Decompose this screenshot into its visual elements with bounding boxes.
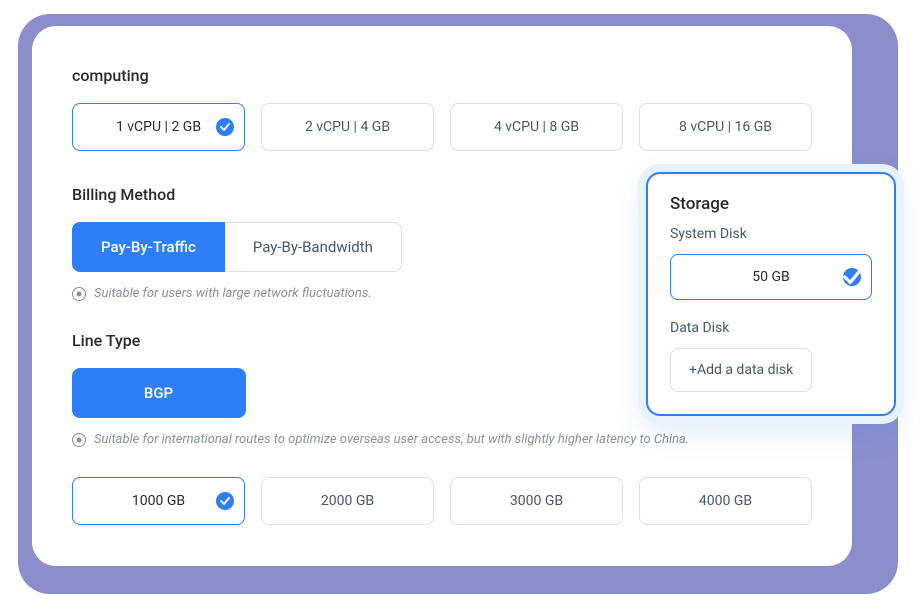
- compute-option-2[interactable]: 2 vCPU | 4 GB: [261, 103, 434, 151]
- check-icon: [216, 118, 234, 136]
- add-data-disk-button[interactable]: +Add a data disk: [670, 348, 812, 392]
- computing-title: computing: [72, 66, 812, 85]
- bandwidth-options: 1000 GB 2000 GB 3000 GB 4000 GB: [72, 477, 812, 525]
- line-bgp[interactable]: BGP: [72, 368, 246, 418]
- line-hint-text: Suitable for international routes to opt…: [94, 432, 689, 447]
- bandwidth-option-4[interactable]: 4000 GB: [639, 477, 812, 525]
- system-disk-label: System Disk: [670, 226, 872, 242]
- bandwidth-option-3[interactable]: 3000 GB: [450, 477, 623, 525]
- bulb-icon: [72, 287, 86, 301]
- storage-title: Storage: [670, 194, 872, 214]
- storage-panel: Storage System Disk 50 GB Data Disk +Add…: [646, 172, 896, 416]
- billing-bandwidth[interactable]: Pay-By-Bandwidth: [225, 222, 402, 272]
- computing-options: 1 vCPU | 2 GB 2 vCPU | 4 GB 4 vCPU | 8 G…: [72, 103, 812, 151]
- compute-option-3[interactable]: 4 vCPU | 8 GB: [450, 103, 623, 151]
- compute-option-label: 8 vCPU | 16 GB: [679, 119, 772, 135]
- compute-option-label: 4 vCPU | 8 GB: [494, 119, 579, 135]
- system-disk-select[interactable]: 50 GB: [670, 254, 872, 300]
- check-icon: [843, 268, 861, 286]
- check-icon: [216, 492, 234, 510]
- bandwidth-option-label: 3000 GB: [510, 493, 563, 509]
- compute-option-4[interactable]: 8 vCPU | 16 GB: [639, 103, 812, 151]
- bandwidth-option-label: 2000 GB: [321, 493, 374, 509]
- line-hint: Suitable for international routes to opt…: [72, 432, 812, 447]
- bandwidth-option-label: 4000 GB: [699, 493, 752, 509]
- billing-hint-text: Suitable for users with large network fl…: [94, 286, 372, 301]
- system-disk-value: 50 GB: [752, 269, 789, 285]
- bandwidth-option-2[interactable]: 2000 GB: [261, 477, 434, 525]
- billing-traffic[interactable]: Pay-By-Traffic: [72, 222, 225, 272]
- bulb-icon: [72, 433, 86, 447]
- bandwidth-option-label: 1000 GB: [132, 493, 185, 509]
- compute-option-label: 2 vCPU | 4 GB: [305, 119, 390, 135]
- compute-option-label: 1 vCPU | 2 GB: [116, 119, 201, 135]
- bandwidth-option-1[interactable]: 1000 GB: [72, 477, 245, 525]
- compute-option-1[interactable]: 1 vCPU | 2 GB: [72, 103, 245, 151]
- data-disk-label: Data Disk: [670, 320, 872, 336]
